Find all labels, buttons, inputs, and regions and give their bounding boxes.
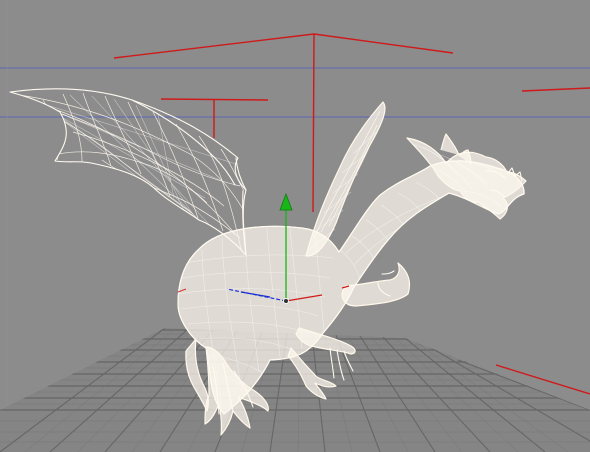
gizmo-pivot-icon[interactable] xyxy=(283,298,289,304)
3d-viewport[interactable] xyxy=(0,0,590,452)
viewport-canvas[interactable] xyxy=(0,0,590,452)
